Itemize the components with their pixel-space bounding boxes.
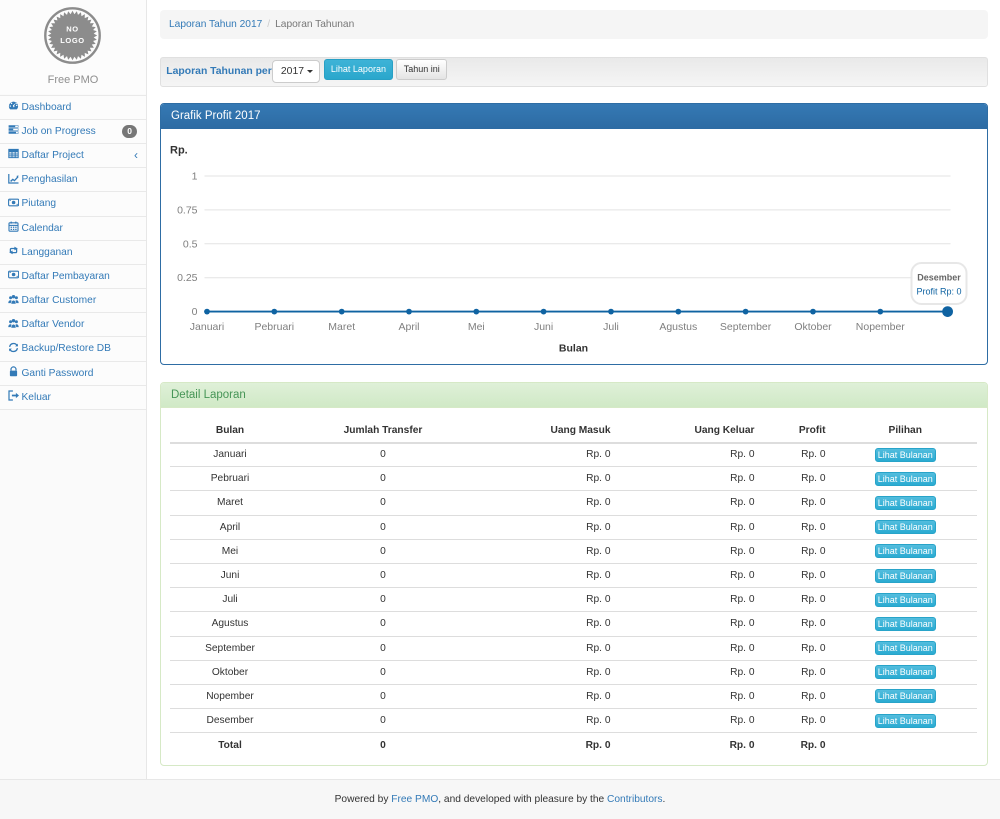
svg-text:Maret: Maret	[328, 321, 355, 333]
svg-text:Rp.: Rp.	[170, 145, 188, 157]
svg-text:Nopember: Nopember	[856, 321, 906, 333]
svg-text:Juni: Juni	[534, 321, 553, 333]
svg-text:0: 0	[192, 306, 198, 318]
svg-text:0.25: 0.25	[177, 272, 198, 284]
svg-text:0.75: 0.75	[177, 204, 198, 216]
svg-text:1: 1	[192, 171, 198, 183]
svg-text:Profit Rp: 0: Profit Rp: 0	[916, 287, 961, 297]
svg-text:LOGO: LOGO	[60, 36, 84, 45]
svg-text:Bulan: Bulan	[559, 343, 588, 355]
svg-text:Juli: Juli	[603, 321, 619, 333]
svg-text:NO: NO	[66, 25, 78, 34]
svg-text:Desember: Desember	[917, 273, 961, 283]
svg-text:Januari: Januari	[190, 321, 224, 333]
svg-text:Pebruari: Pebruari	[254, 321, 294, 333]
svg-text:Oktober: Oktober	[794, 321, 832, 333]
svg-text:Mei: Mei	[468, 321, 485, 333]
svg-text:April: April	[398, 321, 419, 333]
svg-text:Agustus: Agustus	[659, 321, 697, 333]
svg-text:0.5: 0.5	[183, 238, 198, 250]
svg-text:September: September	[720, 321, 772, 333]
